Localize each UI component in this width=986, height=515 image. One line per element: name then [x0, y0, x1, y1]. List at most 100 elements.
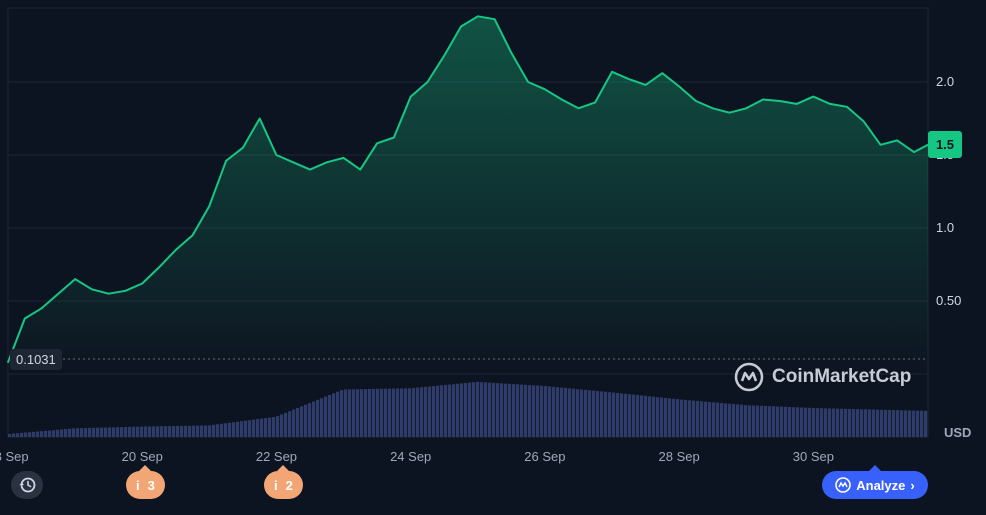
price-point	[862, 120, 865, 123]
volume-bar	[528, 385, 532, 437]
price-point	[829, 103, 831, 105]
volume-bar	[132, 426, 136, 437]
volume-bar	[808, 407, 812, 437]
price-point	[644, 84, 647, 86]
price-point	[560, 98, 563, 101]
price-point	[91, 288, 93, 291]
volume-bar	[388, 388, 392, 437]
price-point	[23, 317, 26, 320]
volume-bar	[204, 425, 208, 437]
volume-bar	[692, 400, 696, 437]
volume-bar	[772, 406, 776, 437]
volume-bar	[404, 388, 408, 437]
volume-bar	[440, 385, 444, 437]
volume-bar	[40, 431, 44, 437]
event-marker-22-sep[interactable]: i 2	[264, 465, 303, 499]
volume-bar	[20, 432, 24, 437]
price-point	[141, 282, 144, 285]
volume-bar	[484, 382, 488, 437]
price-point	[762, 98, 764, 101]
price-point	[74, 278, 76, 280]
price-point	[57, 292, 60, 295]
volume-bar	[28, 432, 32, 437]
volume-bar	[332, 393, 336, 437]
volume-bar	[476, 381, 480, 437]
volume-bar	[780, 406, 784, 437]
volume-bar	[148, 426, 152, 437]
volume-bar	[372, 388, 376, 437]
volume-bar	[376, 388, 380, 437]
event-marker-20-sep[interactable]: i 3	[126, 465, 165, 499]
volume-bar	[396, 388, 400, 437]
volume-bar	[324, 396, 328, 437]
volume-bar	[608, 392, 612, 437]
price-point	[913, 151, 915, 153]
history-button[interactable]	[11, 471, 43, 499]
volume-bar	[644, 395, 648, 437]
volume-bar	[264, 418, 268, 437]
volume-bar	[804, 407, 808, 437]
volume-bar	[792, 407, 796, 437]
price-point	[275, 154, 278, 156]
volume-bar	[736, 404, 740, 437]
volume-bar	[632, 394, 636, 437]
price-chart[interactable]	[0, 0, 986, 515]
volume-bar	[156, 426, 160, 437]
volume-bar	[480, 382, 484, 437]
volume-bar	[592, 390, 596, 437]
volume-bar	[216, 424, 220, 437]
volume-bar	[532, 385, 536, 437]
volume-bar	[636, 395, 640, 437]
volume-bar	[32, 431, 36, 437]
volume-bar	[492, 382, 496, 437]
price-area	[8, 16, 928, 375]
volume-bar	[212, 424, 216, 437]
volume-bar	[316, 399, 320, 437]
volume-bar	[24, 432, 28, 437]
volume-bar	[916, 410, 920, 437]
volume-bar	[832, 408, 836, 437]
volume-bar	[536, 385, 540, 437]
volume-bar	[272, 417, 276, 437]
volume-bar	[888, 409, 892, 437]
volume-bar	[120, 427, 124, 437]
volume-bar	[228, 422, 232, 437]
volume-bar	[400, 388, 404, 437]
volume-bar	[320, 398, 324, 437]
volume-bar	[640, 395, 644, 437]
price-point	[778, 100, 781, 102]
volume-bar	[428, 386, 432, 437]
volume-bar	[352, 389, 356, 437]
volume-bar	[380, 388, 384, 437]
price-point	[208, 205, 211, 207]
volume-bar	[652, 396, 656, 437]
volume-bar	[36, 431, 40, 437]
volume-bar	[624, 393, 628, 437]
volume-bar	[856, 409, 860, 437]
volume-bar	[284, 412, 288, 437]
analyze-icon	[835, 477, 852, 493]
price-point	[174, 249, 177, 251]
price-point	[258, 117, 261, 120]
volume-bar	[724, 403, 728, 437]
price-point	[376, 142, 378, 145]
volume-bar	[444, 384, 448, 437]
volume-bar	[468, 382, 472, 437]
volume-bar	[580, 389, 584, 437]
price-point	[795, 103, 798, 105]
volume-bar	[128, 426, 132, 437]
x-tick-label: 28 Sep	[658, 449, 700, 464]
analyze-button[interactable]: Analyze ›	[822, 465, 928, 499]
price-point	[846, 106, 848, 108]
volume-bar	[796, 407, 800, 437]
volume-bar	[68, 428, 72, 437]
price-point	[594, 101, 597, 104]
volume-bar	[304, 404, 308, 437]
volume-bar	[236, 421, 240, 437]
analyze-label: Analyze	[856, 477, 906, 493]
volume-bar	[336, 391, 340, 437]
volume-bar	[672, 398, 676, 437]
volume-bar	[436, 385, 440, 437]
volume-bar	[784, 406, 788, 437]
volume-bar	[600, 391, 604, 437]
